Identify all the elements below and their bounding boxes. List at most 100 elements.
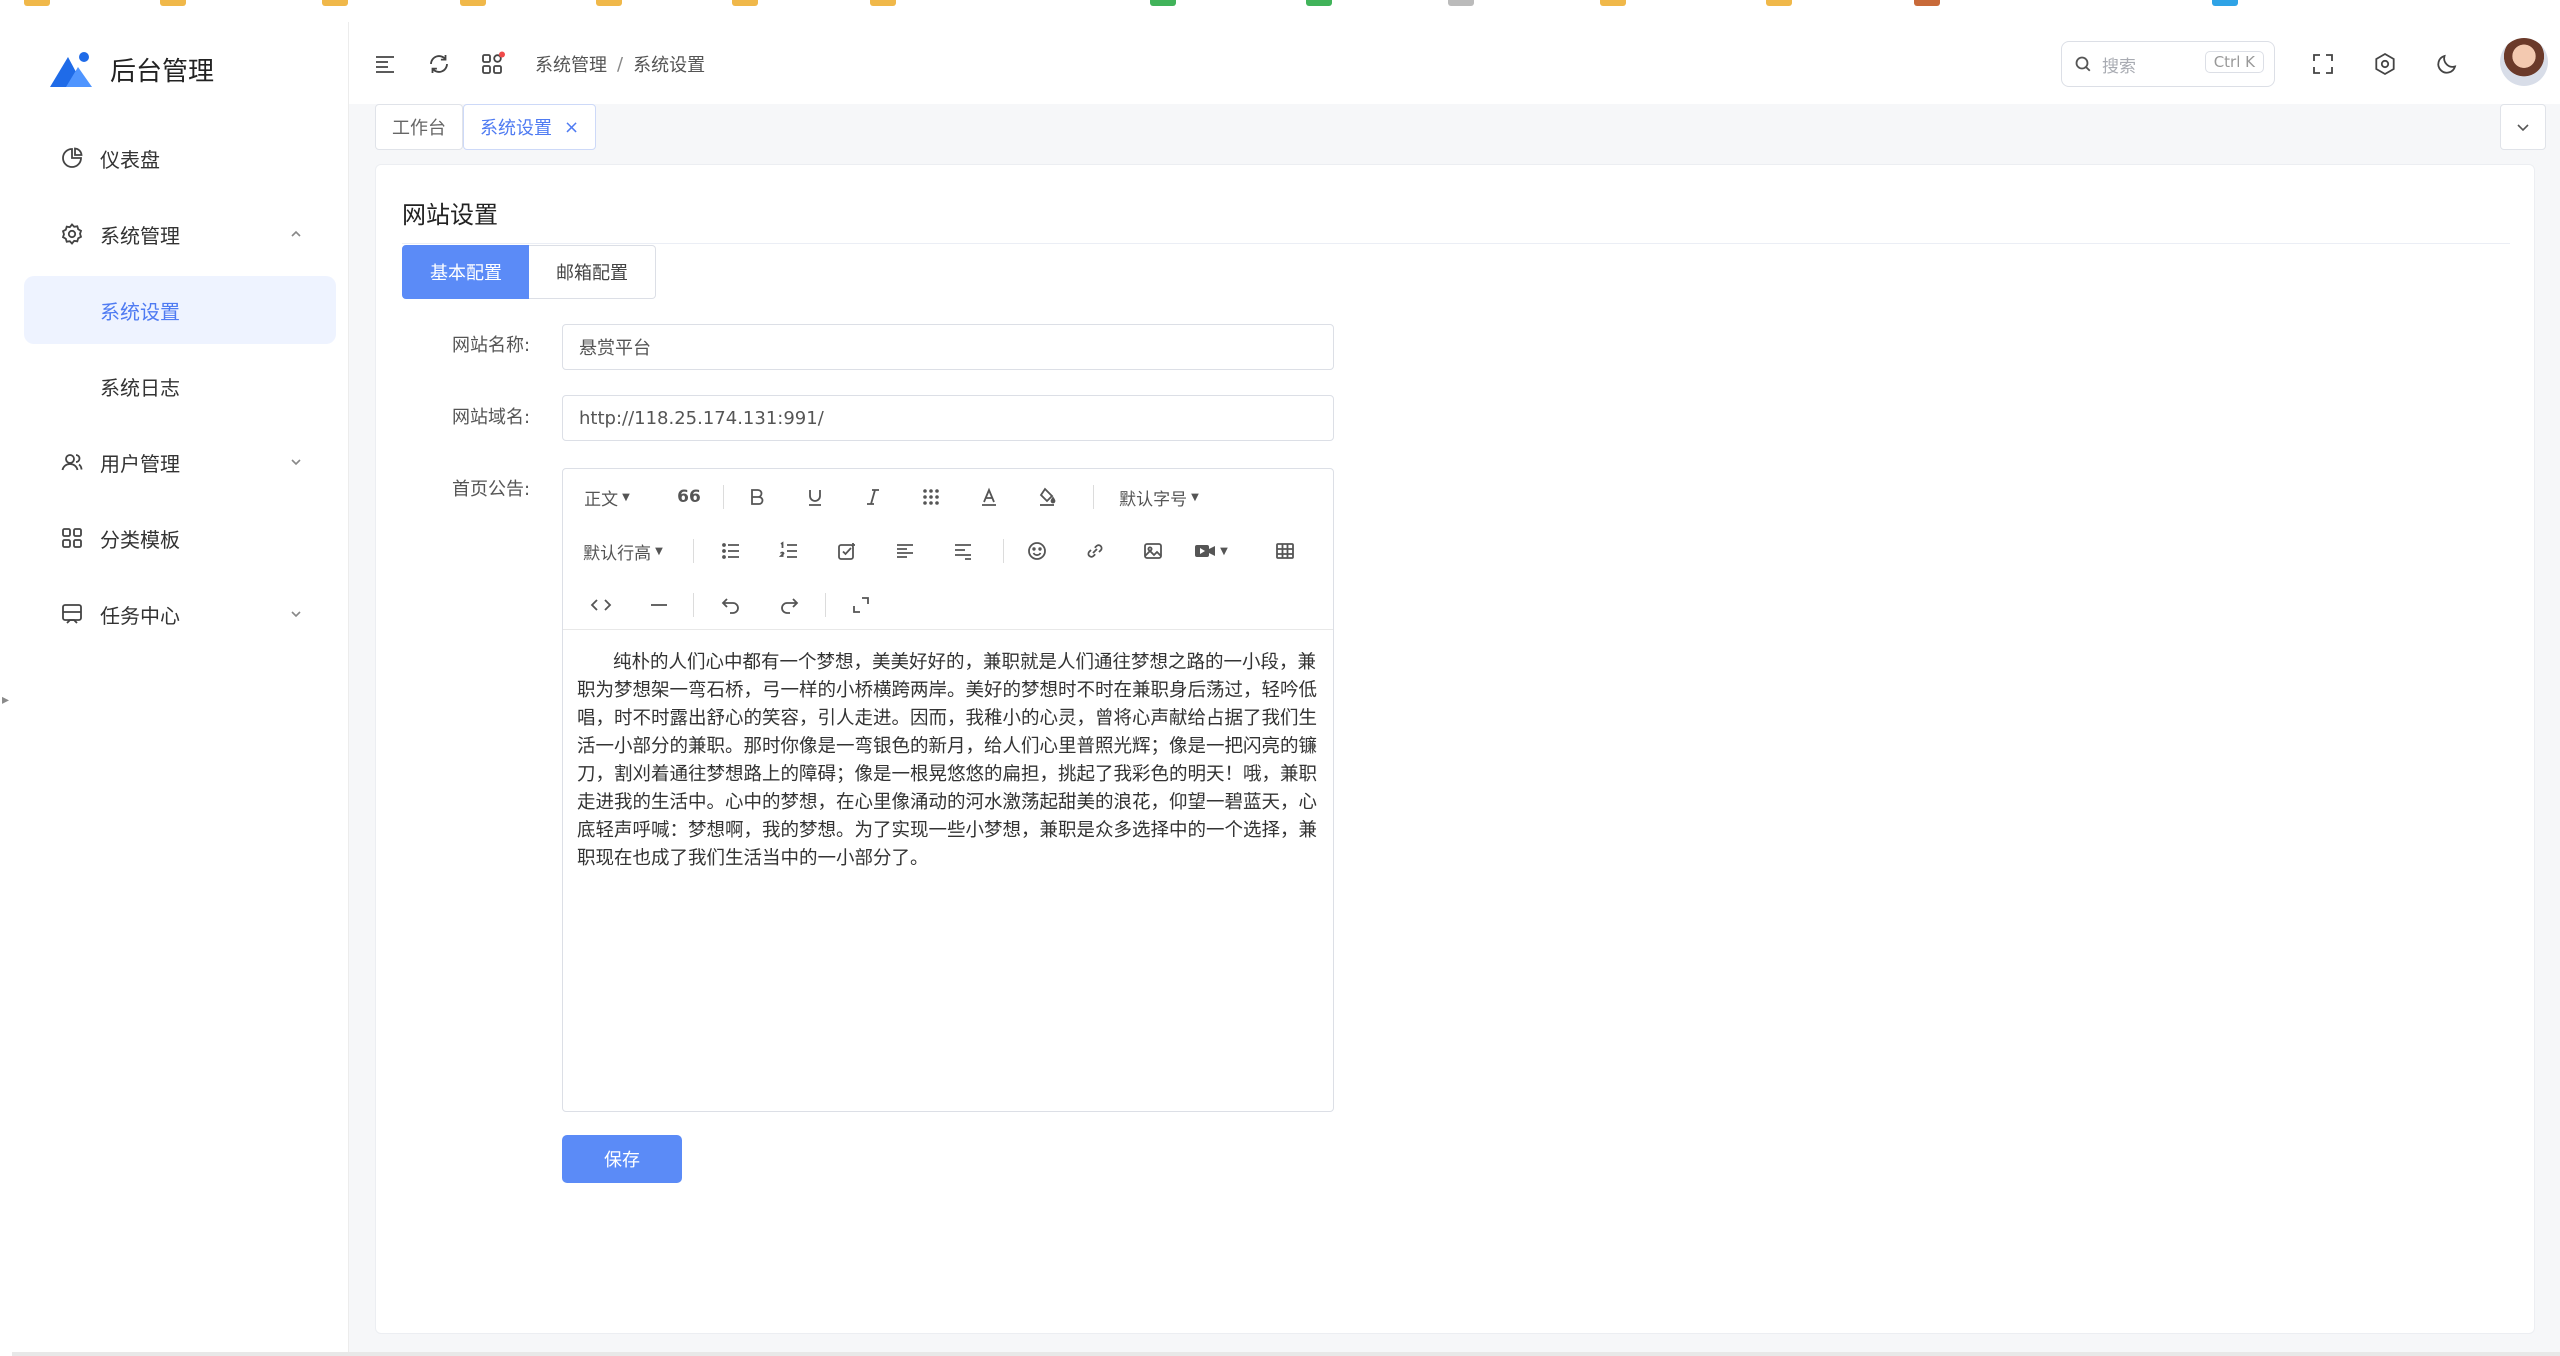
site-domain-field[interactable] <box>562 395 1334 441</box>
breadcrumb-item: 系统设置 <box>633 55 706 76</box>
notice-label: 首页公告: <box>452 479 531 500</box>
bookmark-icon[interactable] <box>1600 0 1626 6</box>
bottom-scrollbar[interactable] <box>12 1352 2560 1356</box>
sidebar-item-system-log[interactable]: 系统日志 <box>24 352 336 420</box>
bookmark-icon[interactable] <box>1306 0 1332 6</box>
dark-mode-moon-icon[interactable] <box>2433 50 2461 78</box>
video-icon[interactable]: ▼ <box>1189 535 1233 567</box>
toolbar-divider <box>693 593 694 617</box>
underline-icon[interactable] <box>797 481 833 513</box>
sidebar-item-system-settings[interactable]: 系统设置 <box>24 276 336 344</box>
sidebar-item-task-center[interactable]: 任务中心 <box>24 580 336 648</box>
site-name-label: 网站名称: <box>452 335 531 356</box>
line-height-select[interactable]: 默认行高 ▼ <box>577 535 669 567</box>
code-icon[interactable] <box>583 589 619 621</box>
tab-basic-config[interactable]: 基本配置 <box>402 245 530 299</box>
toolbar-divider <box>1093 485 1094 509</box>
sidebar-item-dashboard[interactable]: 仪表盘 <box>24 124 336 192</box>
grid-icon <box>58 524 86 552</box>
site-domain-label: 网站域名: <box>452 407 531 428</box>
apps-icon[interactable] <box>479 50 507 78</box>
tab-system-settings[interactable]: 系统设置 × <box>463 104 597 150</box>
breadcrumb-separator: / <box>617 53 624 75</box>
bookmark-icon[interactable] <box>596 0 622 6</box>
bookmark-icon[interactable] <box>1766 0 1792 6</box>
font-size-select[interactable]: 默认字号 ▼ <box>1113 481 1205 513</box>
todo-list-icon[interactable] <box>829 535 865 567</box>
redo-icon[interactable] <box>771 589 807 621</box>
save-button[interactable]: 保存 <box>562 1135 682 1183</box>
bookmark-icon[interactable] <box>870 0 896 6</box>
italic-icon[interactable] <box>855 481 891 513</box>
bookmark-icon[interactable] <box>2212 0 2238 6</box>
breadcrumb-item[interactable]: 系统管理 <box>535 51 607 77</box>
search-box[interactable]: 搜索 Ctrl K <box>2061 41 2275 87</box>
align-left-icon[interactable] <box>887 535 923 567</box>
search-icon <box>2074 55 2092 73</box>
caret-down-icon: ▼ <box>1220 545 1228 557</box>
fullscreen-icon[interactable] <box>2309 50 2337 78</box>
mountain-logo-icon <box>50 52 92 87</box>
site-domain-input[interactable] <box>577 406 1319 430</box>
toolbar-divider <box>825 593 826 617</box>
sidebar-item-label: 系统日志 <box>100 375 180 400</box>
bookmark-icon[interactable] <box>1914 0 1940 6</box>
editor-fullscreen-icon[interactable] <box>843 589 879 621</box>
line-height-select-value: 默认行高 <box>583 543 652 564</box>
tab-mail-config[interactable]: 邮箱配置 <box>529 245 656 299</box>
caret-down-icon: ▼ <box>622 491 630 503</box>
quote-icon[interactable]: 66 <box>671 481 707 513</box>
numbered-list-icon[interactable] <box>771 535 807 567</box>
indent-icon[interactable] <box>945 535 981 567</box>
rich-text-editor: 正文 ▼ 66 默认字号 ▼ 默认行高 ▼ ▼ 纯朴的人们心中都有一个梦想，美美… <box>562 468 1334 1112</box>
bookmark-icon[interactable] <box>460 0 486 6</box>
font-color-icon[interactable] <box>971 481 1007 513</box>
heading-select[interactable]: 正文 ▼ <box>577 481 637 513</box>
sidebar-item-label: 用户管理 <box>100 451 180 476</box>
sidebar-item-label: 仪表盘 <box>100 147 160 172</box>
bookmark-icon[interactable] <box>24 0 50 6</box>
editor-content[interactable]: 纯朴的人们心中都有一个梦想，美美好好的，兼职就是人们通往梦想之路的一小段，兼职为… <box>577 649 1317 873</box>
close-icon[interactable]: × <box>564 117 579 138</box>
divider-line-icon[interactable] <box>641 589 677 621</box>
bookmark-icon[interactable] <box>1150 0 1176 6</box>
sidebar-item-system[interactable]: 系统管理 <box>24 200 336 268</box>
site-name-input[interactable] <box>577 335 1319 359</box>
search-placeholder: 搜索 <box>2102 56 2136 77</box>
more-styles-icon[interactable] <box>913 481 949 513</box>
sidebar: 后台管理 仪表盘 系统管理 系统设置 系统日志 用户管理 分类模板 任务中心 <box>12 22 349 1356</box>
settings-icon[interactable] <box>2371 50 2399 78</box>
bookmark-icon[interactable] <box>1448 0 1474 6</box>
bold-icon[interactable] <box>739 481 775 513</box>
bulleted-list-icon[interactable] <box>713 535 749 567</box>
tab-workbench[interactable]: 工作台 <box>375 104 463 150</box>
search-shortcut-badge: Ctrl K <box>2204 51 2264 73</box>
app-logo[interactable]: 后台管理 <box>48 44 214 94</box>
sidebar-item-category-template[interactable]: 分类模板 <box>24 504 336 572</box>
user-avatar[interactable] <box>2500 38 2548 86</box>
link-icon[interactable] <box>1077 535 1113 567</box>
bookmark-icon[interactable] <box>322 0 348 6</box>
menu-fold-icon[interactable] <box>371 50 399 78</box>
bookmark-icon[interactable] <box>160 0 186 6</box>
tab-label: 工作台 <box>392 118 446 139</box>
sidebar-item-label: 系统管理 <box>100 223 180 248</box>
expand-arrow-icon[interactable]: ▸ <box>2 692 9 708</box>
tabs-more-dropdown[interactable] <box>2500 104 2546 150</box>
image-icon[interactable] <box>1135 535 1171 567</box>
undo-icon[interactable] <box>713 589 749 621</box>
bookmark-icon[interactable] <box>732 0 758 6</box>
chevron-down-icon <box>286 604 306 624</box>
table-icon[interactable] <box>1267 535 1303 567</box>
caret-down-icon: ▼ <box>1191 491 1199 503</box>
toolbar-divider <box>1003 539 1004 563</box>
background-color-icon[interactable] <box>1029 481 1065 513</box>
site-name-field[interactable] <box>562 324 1334 370</box>
chevron-down-icon <box>2517 124 2529 132</box>
refresh-icon[interactable] <box>425 50 453 78</box>
breadcrumb: 系统管理 / 系统设置 <box>535 50 705 78</box>
emoji-icon[interactable] <box>1019 535 1055 567</box>
top-header: 系统管理 / 系统设置 搜索 Ctrl K <box>349 22 2560 104</box>
sidebar-item-users[interactable]: 用户管理 <box>24 428 336 496</box>
page-tabs-bar: 工作台 系统设置 × <box>349 104 2560 154</box>
